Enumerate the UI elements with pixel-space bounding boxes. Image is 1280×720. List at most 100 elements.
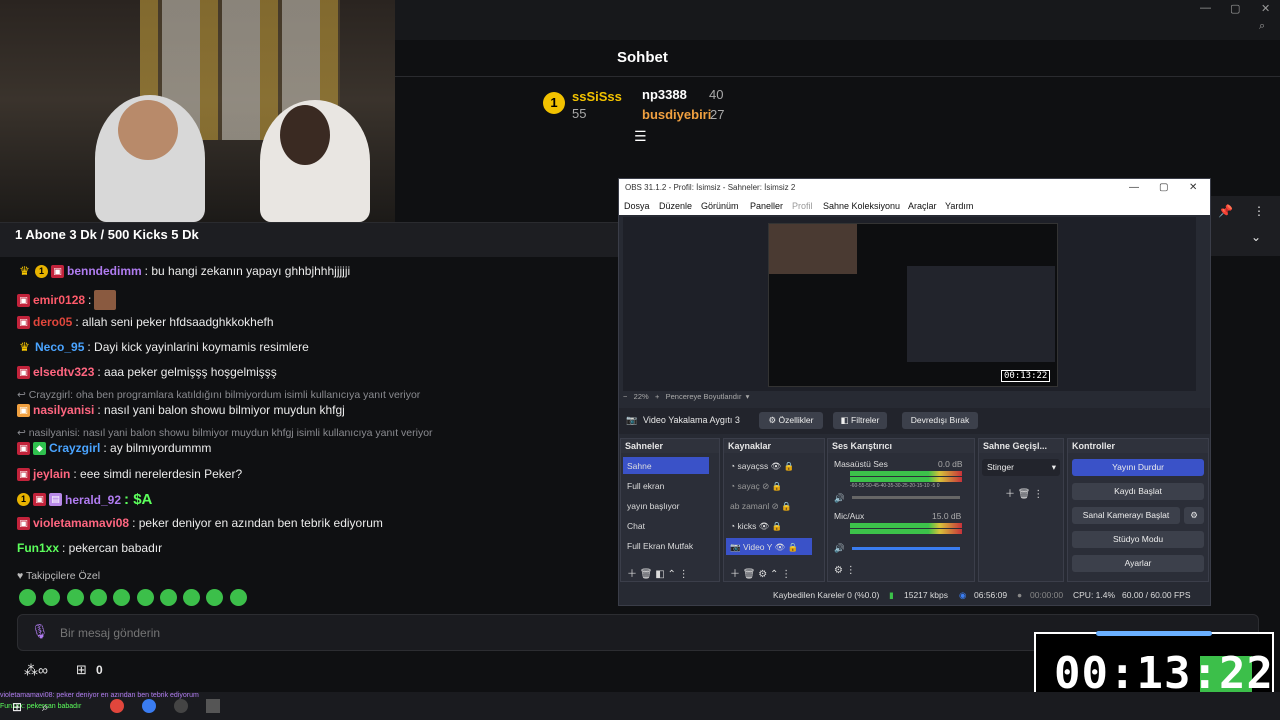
scene-item[interactable]: Chat (627, 521, 645, 531)
microphone-icon[interactable]: 🎙 (31, 623, 49, 640)
emote-3[interactable] (67, 589, 84, 606)
close-button[interactable]: ✕ (1261, 2, 1270, 15)
subscriber-badge-icon: ▣ (17, 441, 30, 455)
filters-label: Filtreler (851, 415, 880, 425)
chat-username[interactable]: jeylain (33, 467, 70, 481)
pin-icon[interactable]: 📌 (1218, 204, 1233, 218)
maximize-button[interactable]: ▢ (1230, 2, 1240, 15)
chat-message: ♛ 1 ▣ benndedimm : bu hangi zekanın yapa… (17, 264, 350, 278)
kicks-icon[interactable]: ⁂∞ (24, 662, 48, 679)
menu-profile[interactable]: Profil (792, 201, 813, 211)
start-icon[interactable]: ⊞ (12, 700, 22, 714)
chat-username[interactable]: herald_92 (65, 493, 121, 507)
obs-minimize-button[interactable]: — (1129, 182, 1139, 193)
chat-message: ▣ nasilyanisi : nasıl yani balon showu b… (17, 403, 345, 417)
scene-add-icon[interactable]: ＋ 🗑 ◧ ⌃ ⋮ (627, 565, 689, 580)
signal-icon: ▮ (889, 590, 894, 600)
menu-view[interactable]: Görünüm (701, 201, 739, 211)
emote-6[interactable] (137, 589, 154, 606)
menu-scene-collection[interactable]: Sahne Koleksiyonu (823, 201, 900, 211)
scene-item[interactable]: Sahne (623, 457, 709, 474)
expand-leaderboard-icon[interactable]: ☰ (634, 128, 647, 145)
stop-streaming-button[interactable]: Yayını Durdur (1072, 459, 1204, 476)
chat-username[interactable]: Crayzgirl (49, 441, 100, 455)
search-icon[interactable]: ⌕ (1259, 20, 1265, 33)
controls-panel: Kontroller Yayını Durdur Kaydı Başlat Sa… (1067, 438, 1209, 582)
emote-2[interactable] (43, 589, 60, 606)
obs-close-button[interactable]: ✕ (1189, 182, 1197, 193)
gear-icon[interactable]: ⚙ (1184, 507, 1204, 524)
emote-4[interactable] (90, 589, 107, 606)
chat-username[interactable]: emir0128 (33, 293, 85, 307)
minimize-button[interactable]: — (1200, 2, 1211, 14)
studio-mode-button[interactable]: Stüdyo Modu (1072, 531, 1204, 548)
source-item[interactable]: ab zamanl ⊘ 🔒 (730, 501, 792, 512)
source-item[interactable]: 📷 Video Y 👁 🔒 (726, 538, 812, 555)
chat-username[interactable]: elsedtv323 (33, 365, 94, 379)
volume-slider[interactable] (852, 496, 960, 499)
zoom-controls[interactable]: − 22% + Pencereye Boyutlandır ▾ (623, 392, 749, 401)
chat-username[interactable]: violetamamavi08 (33, 516, 129, 530)
zoom-out-icon[interactable]: − (623, 392, 627, 401)
emote-9[interactable] (206, 589, 223, 606)
gift-icon[interactable]: ⊞ (76, 662, 87, 678)
mixer-settings-icon[interactable]: ⚙ ⋮ (834, 565, 856, 576)
volume-slider[interactable] (852, 547, 960, 550)
source-item[interactable]: ◔ sayaç ⊘ 🔒 (730, 481, 782, 492)
source-item[interactable]: ◔ sayaçss 👁 🔒 (730, 461, 794, 472)
leaderboard-name[interactable]: ssSiSss (572, 89, 622, 104)
chat-username[interactable]: Neco_95 (35, 340, 84, 354)
start-recording-button[interactable]: Kaydı Başlat (1072, 483, 1204, 500)
menu-help[interactable]: Yardım (945, 201, 973, 211)
scene-item[interactable]: yayın başlıyor (627, 501, 679, 511)
reply-context[interactable]: ↩ nasilyanisi: nasıl yani balon showu bi… (17, 427, 433, 439)
obs-preview[interactable]: 00:13:22 (623, 217, 1196, 391)
emote-8[interactable] (183, 589, 200, 606)
chat-username[interactable]: dero05 (33, 315, 72, 329)
fit-to-window[interactable]: Pencereye Boyutlandır (666, 392, 742, 401)
emote-10[interactable] (230, 589, 247, 606)
emote-7[interactable] (160, 589, 177, 606)
menu-edit[interactable]: Düzenle (659, 201, 692, 211)
transition-add-icon[interactable]: ＋ 🗑 ⋮ (1005, 485, 1043, 500)
emote-1[interactable] (19, 589, 36, 606)
crown-icon: ♛ (19, 339, 30, 354)
speaker-icon[interactable]: 🔊 (834, 543, 845, 554)
menu-tools[interactable]: Araçlar (908, 201, 937, 211)
browser-icon[interactable] (142, 699, 156, 713)
transition-select[interactable]: Stinger ▾ (982, 459, 1060, 476)
chat-message-input[interactable] (58, 622, 962, 644)
leaderboard-name[interactable]: np3388 (642, 87, 687, 102)
emote-5[interactable] (113, 589, 130, 606)
app-icon[interactable] (206, 699, 220, 713)
start-virtual-camera-button[interactable]: Sanal Kamerayı Başlat (1072, 507, 1180, 524)
search-taskbar-icon[interactable]: ⌕ (42, 700, 49, 715)
chat-username[interactable]: benndedimm (67, 264, 142, 278)
zoom-in-icon[interactable]: + (655, 392, 659, 401)
source-add-icon[interactable]: ＋ 🗑 ⚙ ⌃ ⋮ (730, 565, 791, 580)
menu-file[interactable]: Dosya (624, 201, 650, 211)
more-icon[interactable]: ⋮ (1253, 204, 1265, 218)
chevron-down-icon[interactable]: ⌄ (1251, 230, 1261, 244)
chat-text: : eee simdi nerelerdesin Peker? (73, 467, 243, 481)
settings-button[interactable]: Ayarlar (1072, 555, 1204, 572)
speaker-icon[interactable]: 🔊 (834, 493, 845, 504)
obs-maximize-button[interactable]: ▢ (1159, 182, 1168, 193)
chat-username[interactable]: nasilyanisi (33, 403, 94, 417)
leaderboard-count: 55 (572, 106, 587, 121)
properties-button[interactable]: ⚙ Özellikler (759, 412, 823, 429)
filters-button[interactable]: ◧ Filtreler (833, 412, 887, 429)
scene-item[interactable]: Full ekran (627, 481, 664, 491)
record-duration: 00:00:00 (1030, 590, 1064, 600)
menu-docks[interactable]: Paneller (750, 201, 783, 211)
obs-taskbar-icon[interactable] (174, 699, 188, 713)
deactivate-button[interactable]: Devredışı Bırak (902, 412, 978, 429)
chrome-icon[interactable] (110, 699, 124, 713)
source-item[interactable]: ◔ kicks 👁 🔒 (730, 521, 783, 532)
leaderboard-name[interactable]: busdiyebiri (642, 107, 711, 122)
reply-context[interactable]: ↩ Crayzgirl: oha ben programlara katıldı… (17, 389, 420, 401)
scene-item[interactable]: Full Ekran Mutfak (627, 541, 693, 551)
fps: 60.00 / 60.00 FPS (1122, 590, 1191, 600)
chat-username[interactable]: Fun1xx (17, 541, 59, 555)
pinned-message[interactable]: 1 Abone 3 Dk / 500 Kicks 5 Dk (0, 222, 618, 257)
